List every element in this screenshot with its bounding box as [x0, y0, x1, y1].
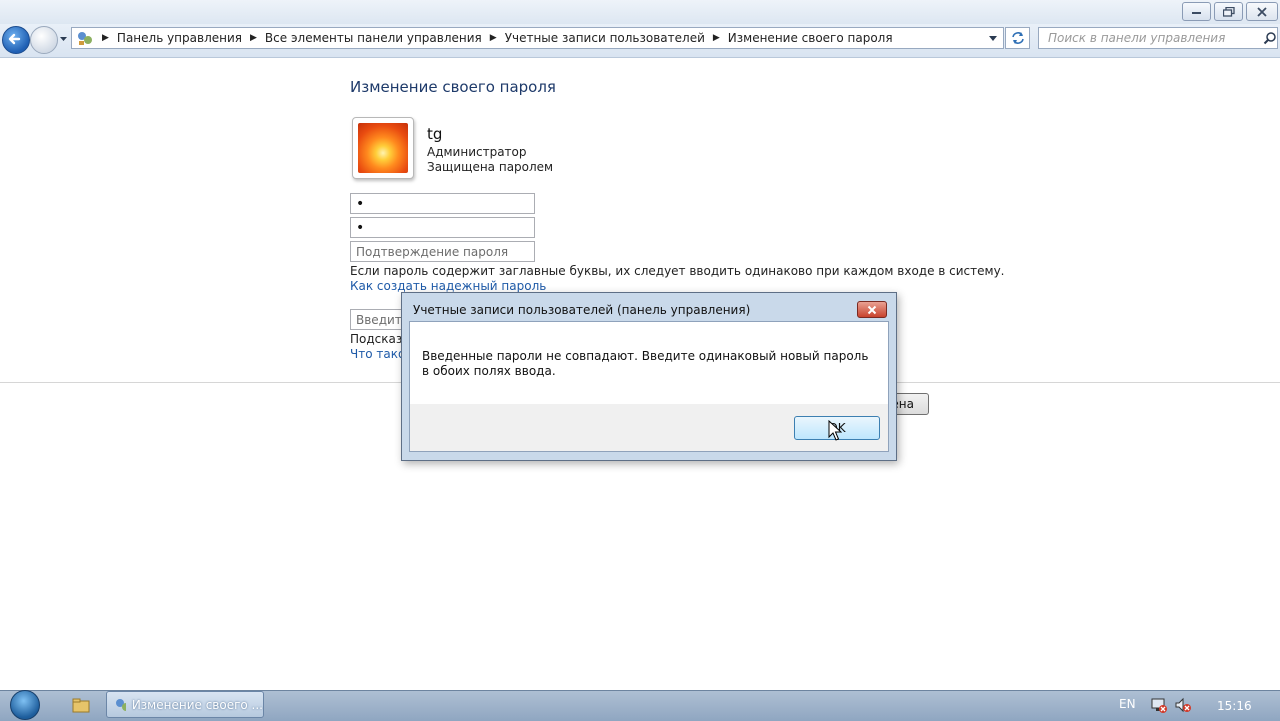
breadcrumb-change-password[interactable]: Изменение своего пароля [728, 31, 893, 45]
taskbar-window-button[interactable]: Изменение своего ... [106, 691, 264, 718]
restore-icon [1222, 6, 1235, 17]
back-button[interactable] [2, 26, 30, 54]
chevron-down-icon[interactable] [987, 32, 999, 44]
window-titlebar [0, 0, 1280, 24]
taskbar-window-label: Изменение своего ... [131, 697, 263, 712]
user-name: tg [427, 125, 443, 143]
breadcrumb-separator-icon: ▶ [489, 33, 497, 43]
dialog-message: Введенные пароли не совпадают. Введите о… [422, 349, 869, 378]
minimize-button[interactable] [1182, 2, 1211, 21]
refresh-icon [1011, 32, 1024, 44]
user-role: Администратор [427, 145, 527, 159]
search-box[interactable] [1038, 27, 1278, 49]
recent-pages-button[interactable] [58, 33, 69, 44]
error-dialog: Учетные записи пользователей (панель упр… [401, 292, 897, 461]
breadcrumb-separator-icon: ▶ [712, 33, 720, 43]
network-icon[interactable] [1150, 697, 1168, 713]
clock[interactable]: 15:16 [1217, 699, 1252, 713]
volume-muted-icon[interactable] [1174, 697, 1192, 713]
breadcrumb-all-items[interactable]: Все элементы панели управления [265, 31, 482, 45]
start-button[interactable] [5, 690, 45, 720]
page-title: Изменение своего пароля [350, 78, 556, 96]
windows-logo-icon [10, 690, 40, 720]
strong-password-link[interactable]: Как создать надежный пароль [350, 279, 546, 293]
explorer-taskbar-button[interactable] [63, 693, 99, 718]
breadcrumb-separator-icon: ▶ [250, 33, 257, 43]
breadcrumb-user-accounts[interactable]: Учетные записи пользователей [505, 31, 705, 45]
dialog-footer: OK [410, 404, 888, 451]
dialog-body: Введенные пароли не совпадают. Введите о… [409, 321, 889, 452]
flower-picture-icon [358, 123, 408, 173]
refresh-button[interactable] [1005, 27, 1030, 49]
address-bar[interactable]: ▶ Панель управления ▶ Все элементы панел… [71, 27, 1004, 49]
folder-icon [72, 698, 90, 713]
avatar [352, 117, 414, 179]
language-indicator[interactable]: EN [1119, 697, 1136, 711]
search-icon[interactable] [1263, 31, 1277, 45]
close-window-button[interactable] [1246, 2, 1278, 21]
dialog-title: Учетные записи пользователей (панель упр… [413, 303, 751, 317]
search-input[interactable] [1046, 30, 1260, 46]
confirm-password-field[interactable] [350, 241, 535, 262]
user-password-status: Защищена паролем [427, 160, 554, 174]
case-sensitivity-note: Если пароль содержит заглавные буквы, их… [350, 264, 1005, 278]
current-password-field[interactable] [350, 193, 535, 214]
close-icon [867, 305, 877, 314]
forward-button[interactable] [30, 26, 58, 54]
control-panel-icon [116, 698, 126, 711]
breadcrumb-control-panel[interactable]: Панель управления [117, 31, 242, 45]
dialog-close-button[interactable] [857, 301, 887, 318]
minimize-icon [1192, 11, 1201, 14]
close-icon [1257, 6, 1267, 17]
arrow-left-icon [8, 33, 21, 45]
mouse-cursor-icon [828, 420, 842, 441]
maximize-button[interactable] [1214, 2, 1243, 21]
chevron-down-icon [60, 37, 67, 41]
control-panel-icon [78, 32, 92, 45]
new-password-field[interactable] [350, 217, 535, 238]
breadcrumb-separator-icon: ▶ [102, 33, 109, 43]
